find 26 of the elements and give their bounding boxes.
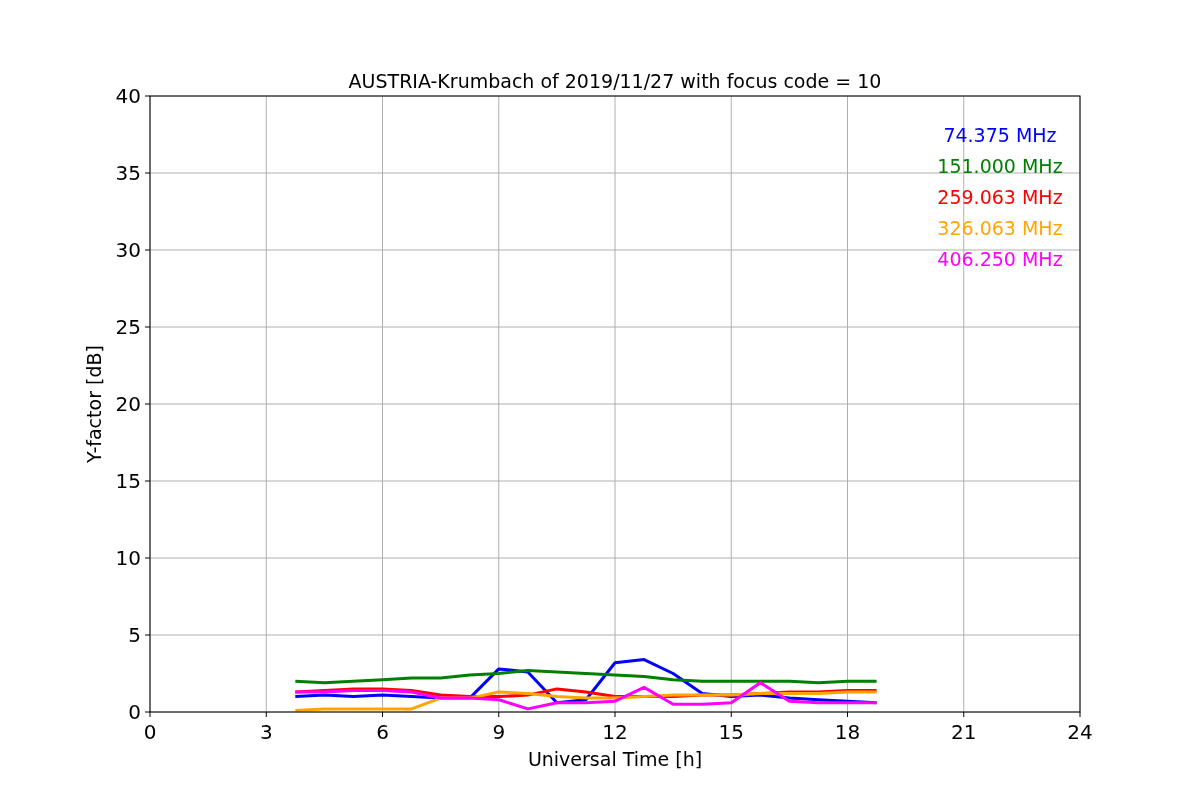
legend-label: 406.250 MHz [937,248,1063,270]
legend-label: 74.375 MHz [943,124,1057,146]
tick-label: 24 [1067,720,1093,744]
tick-label: 12 [602,720,628,744]
tick-label: 5 [128,623,141,647]
tick-label: 30 [115,238,141,262]
tick-label: 3 [259,720,273,744]
tick-label: 9 [492,720,506,744]
axis-title: Y-factor [dB] [83,345,105,463]
tick-label: 40 [115,84,141,108]
chart-title: AUSTRIA-Krumbach of 2019/11/27 with focus code = 10 [348,70,882,92]
tick-label: 18 [834,720,861,744]
tick-label: 10 [115,546,141,570]
tick-label: 15 [718,720,744,744]
tick-label: 0 [143,720,157,744]
tick-label: 15 [115,469,141,493]
tick-label: 25 [115,315,141,339]
legend-label: 259.063 MHz [937,186,1063,208]
tick-label: 21 [951,720,977,744]
tick-label: 35 [115,161,141,185]
legend-label: 151.000 MHz [937,155,1063,177]
tick-label: 0 [128,700,141,724]
tick-label: 20 [115,392,141,416]
tick-label: 6 [376,720,389,744]
legend-label: 326.063 MHz [937,217,1063,239]
axis-title: Universal Time [h] [527,748,703,770]
